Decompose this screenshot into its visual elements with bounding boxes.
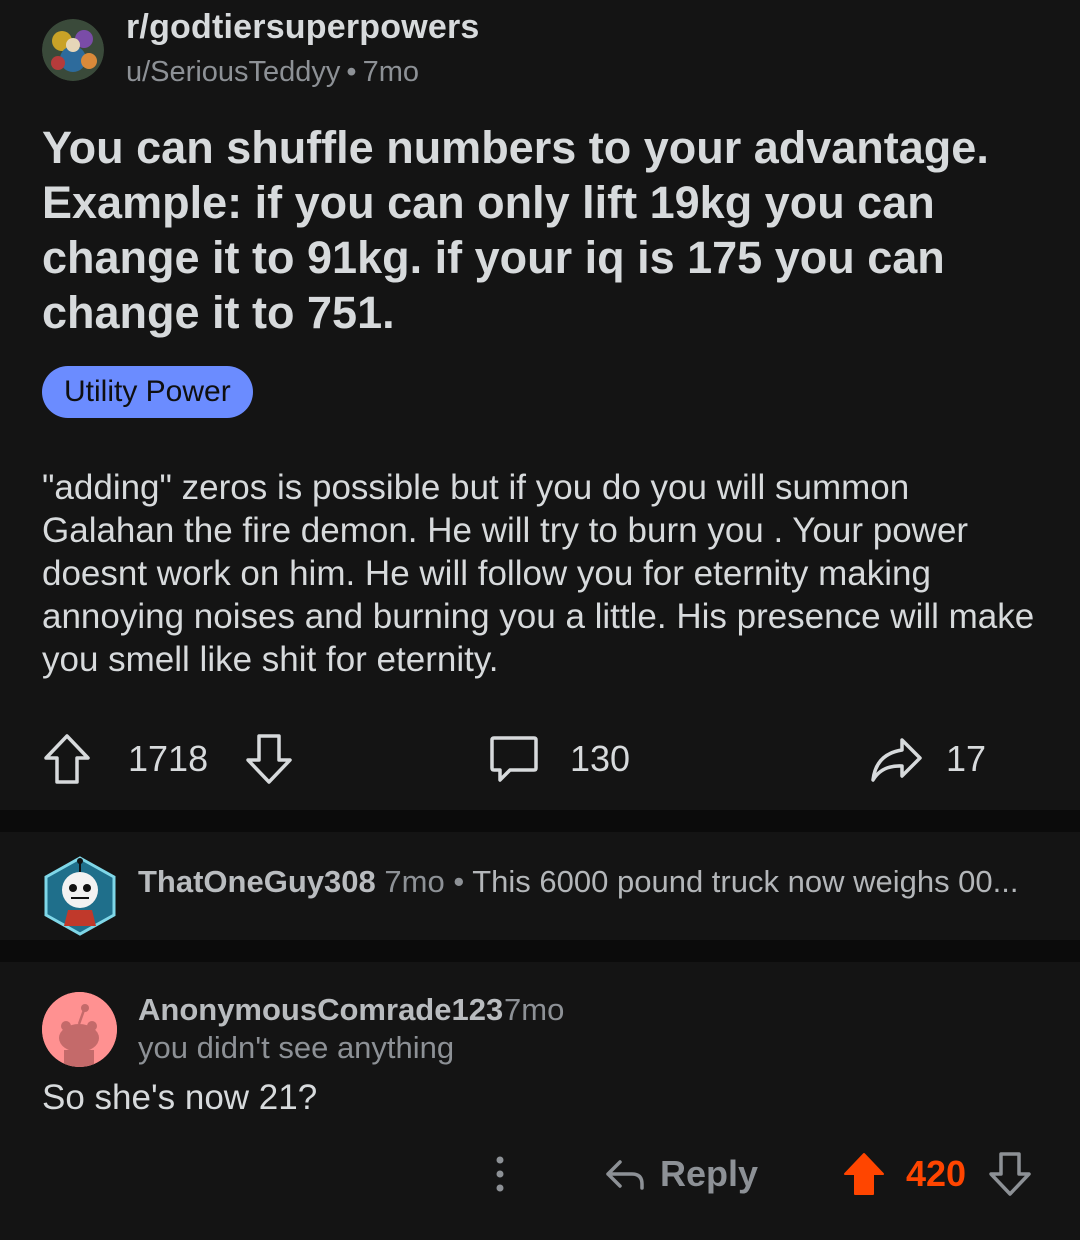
comment-card: AnonymousComrade123 7mo you didn't see a… [0, 962, 1080, 1240]
arrow-down-outline-icon[interactable] [244, 732, 294, 786]
speech-bubble-icon [488, 732, 540, 786]
meta-separator: • [453, 864, 465, 899]
section-divider [0, 810, 1080, 832]
share-arrow-icon [868, 732, 924, 786]
user-avatar[interactable] [42, 992, 117, 1067]
vertical-ellipsis-icon[interactable] [488, 1154, 512, 1194]
post-title[interactable]: You can shuffle numbers to your advantag… [42, 120, 1042, 340]
subreddit-name[interactable]: r/godtiersuperpowers [126, 8, 480, 47]
post-flair[interactable]: Utility Power [42, 366, 253, 418]
post-actions-bar: 1718 130 17 [0, 722, 1080, 796]
vote-group: 1718 [42, 722, 294, 796]
share-button[interactable]: 17 [868, 722, 986, 796]
comment-score: 420 [906, 1153, 967, 1194]
collapsed-comment-line: ThatOneGuy308 7mo • This 6000 pound truc… [138, 864, 1019, 900]
upvote-count: 1718 [128, 738, 209, 779]
comment-username[interactable]: ThatOneGuy308 [138, 864, 376, 899]
comments-button[interactable]: 130 [488, 722, 630, 796]
post-body: "adding" zeros is possible but if you do… [42, 468, 1035, 679]
comment-vote-group: 420 [842, 1142, 1032, 1206]
comment-text: So she's now 21? [42, 1078, 318, 1117]
comment-age: 7mo [504, 992, 565, 1027]
collapsed-comment[interactable]: ThatOneGuy308 7mo • This 6000 pound truc… [0, 832, 1080, 940]
post-age: 7mo [362, 56, 419, 88]
post-card: r/godtiersuperpowers u/SeriousTeddyy • 7mo… [0, 0, 1080, 810]
reply-button[interactable]: Reply [604, 1142, 758, 1206]
reply-arrow-icon [604, 1154, 646, 1194]
post-author[interactable]: u/SeriousTeddyy [126, 56, 340, 88]
subreddit-avatar[interactable] [42, 19, 104, 81]
arrow-up-outline-icon[interactable] [42, 732, 92, 786]
reply-label: Reply [660, 1153, 759, 1194]
user-avatar[interactable] [38, 854, 122, 938]
comment-username[interactable]: AnonymousComrade123 [138, 992, 503, 1028]
comment-count: 130 [570, 738, 631, 779]
post-meta: u/SeriousTeddyy • 7mo [126, 56, 419, 89]
user-flair: you didn't see anything [138, 1030, 455, 1065]
comment-snippet: This 6000 pound truck now weighs 00... [472, 864, 1019, 899]
arrow-up-filled-icon[interactable] [842, 1151, 886, 1197]
meta-separator: • [346, 56, 357, 88]
arrow-down-outline-icon[interactable] [988, 1151, 1032, 1197]
section-divider [0, 940, 1080, 962]
comment-age: 7mo [384, 864, 445, 899]
comment-actions-bar: Reply 420 [0, 1142, 1080, 1206]
share-count: 17 [946, 738, 987, 779]
